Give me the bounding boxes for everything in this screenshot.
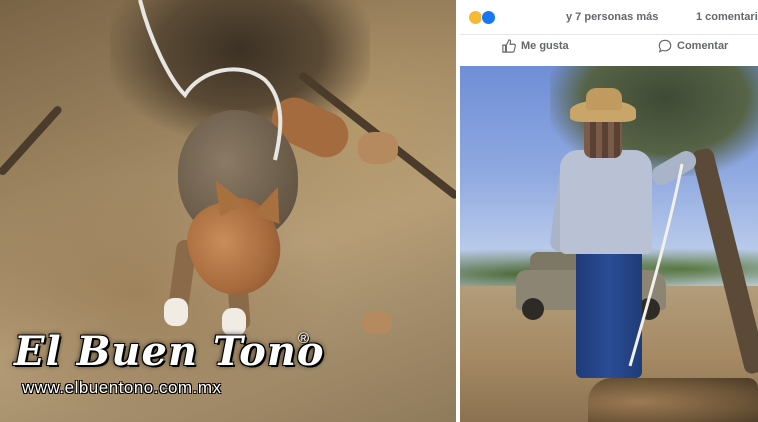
watermark-url: www.elbuentono.com.mx xyxy=(22,378,222,397)
comment-bubble-icon xyxy=(658,39,672,53)
facebook-post-screenshot: y 7 personas más 1 comentari Me gusta Co… xyxy=(460,0,758,422)
reactions-row[interactable]: y 7 personas más 1 comentari xyxy=(460,0,758,34)
comment-button[interactable]: Comentar xyxy=(658,39,728,53)
like-button-label: Me gusta xyxy=(521,40,569,52)
rope xyxy=(628,163,684,367)
watermark: El Buen Tono ® www.elbuentono.com.mx xyxy=(14,328,325,398)
comment-count[interactable]: 1 comentari xyxy=(696,11,758,23)
thumbs-up-icon xyxy=(502,39,516,53)
like-reaction-icon xyxy=(481,9,496,25)
reaction-people-count[interactable]: y 7 personas más xyxy=(566,11,658,23)
left-photo-dead-dog: El Buen Tono ® www.elbuentono.com.mx xyxy=(0,0,456,422)
dead-dog xyxy=(588,378,758,422)
comment-button-label: Comentar xyxy=(677,40,729,52)
like-button[interactable]: Me gusta xyxy=(502,39,569,53)
watermark-brand: El Buen Tono xyxy=(14,328,325,375)
registered-mark: ® xyxy=(298,330,310,347)
post-photo-man-with-rope[interactable] xyxy=(460,66,758,422)
post-actions: Me gusta Comentar xyxy=(460,35,758,61)
